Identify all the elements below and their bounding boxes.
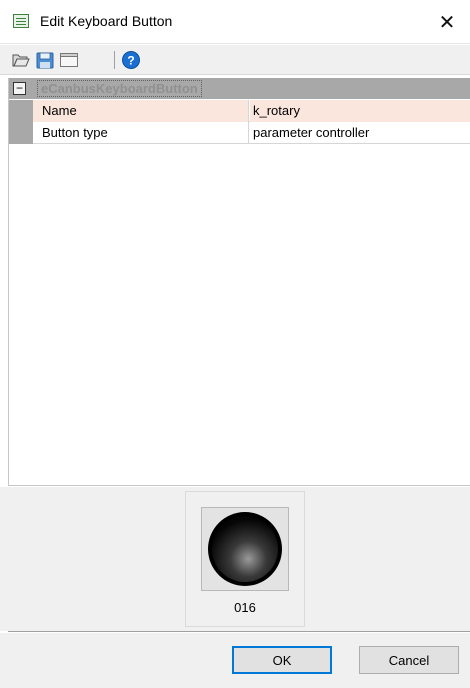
knob-frame xyxy=(201,507,289,591)
preview-caption: 016 xyxy=(234,600,256,615)
toolbar-separator xyxy=(114,51,115,69)
open-icon[interactable] xyxy=(11,50,31,70)
ok-button[interactable]: OK xyxy=(232,646,332,674)
property-value[interactable]: parameter controller xyxy=(250,122,470,144)
title-bar: Edit Keyboard Button ✕ xyxy=(0,0,470,44)
property-name: Name xyxy=(33,100,249,122)
rotary-knob-icon xyxy=(208,512,282,586)
cancel-button[interactable]: Cancel xyxy=(359,646,459,674)
property-row-name[interactable]: Name k_rotary xyxy=(9,100,470,122)
window-icon[interactable] xyxy=(59,50,79,70)
dialog-footer: OK Cancel xyxy=(0,633,470,688)
toolbar: ? xyxy=(0,45,470,75)
close-button[interactable]: ✕ xyxy=(424,0,470,44)
close-icon: ✕ xyxy=(438,11,456,34)
property-value[interactable]: k_rotary xyxy=(250,100,470,122)
help-icon[interactable]: ? xyxy=(121,50,141,70)
collapse-icon[interactable]: − xyxy=(13,82,26,95)
category-row[interactable]: − eCanbusKeyboardButton xyxy=(9,78,470,99)
window-title: Edit Keyboard Button xyxy=(40,13,173,29)
property-row-button-type[interactable]: Button type parameter controller xyxy=(9,122,470,144)
property-grid: − eCanbusKeyboardButton Name k_rotary Bu… xyxy=(8,78,470,486)
property-name: Button type xyxy=(33,122,249,144)
category-label: eCanbusKeyboardButton xyxy=(37,80,202,97)
save-icon[interactable] xyxy=(35,50,55,70)
dialog-icon xyxy=(13,14,29,28)
svg-text:?: ? xyxy=(127,54,134,68)
preview-area: 016 xyxy=(0,487,470,631)
button-preview[interactable]: 016 xyxy=(185,491,305,627)
